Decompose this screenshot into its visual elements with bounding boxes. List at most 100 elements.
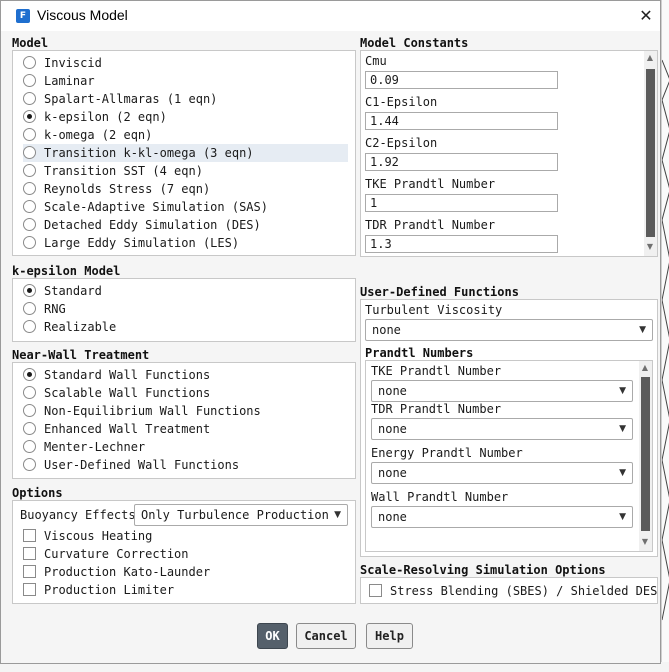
tke-prandtl-udf-dropdown[interactable]: none ▼ [371,380,633,402]
radio-icon[interactable] [23,404,36,417]
wall-option-enhanced[interactable]: Enhanced Wall Treatment [23,420,349,438]
ke-option-standard[interactable]: Standard [23,282,349,300]
buoyancy-effects-label: Buoyancy Effects [20,508,136,522]
turbulent-viscosity-value: none [372,323,401,337]
production-limiter-checkbox[interactable]: Production Limiter [23,581,343,599]
radio-selected-icon[interactable] [23,284,36,297]
tke-prandtl-label: TKE Prandtl Number [365,177,496,191]
c2-epsilon-input[interactable]: 1.92 [365,153,558,171]
cancel-button[interactable]: Cancel [296,623,356,649]
curvature-correction-checkbox[interactable]: Curvature Correction [23,545,343,563]
options-group: Buoyancy Effects Only Turbulence Product… [12,500,356,604]
fluent-app-icon: F [16,9,30,23]
wall-prandtl-udf-dropdown[interactable]: none ▼ [371,506,633,528]
model-option-k-omega[interactable]: k-omega (2 eqn) [23,126,349,144]
scroll-down-icon[interactable]: ▼ [639,537,651,546]
radio-icon[interactable] [23,92,36,105]
energy-prandtl-udf-dropdown[interactable]: none ▼ [371,462,633,484]
scroll-up-icon[interactable]: ▲ [639,363,651,372]
chevron-down-icon: ▼ [639,325,646,335]
model-option-des[interactable]: Detached Eddy Simulation (DES) [23,216,349,234]
wall-option-standard[interactable]: Standard Wall Functions [23,366,349,384]
tdr-prandtl-label: TDR Prandtl Number [365,218,496,232]
cmu-input[interactable]: 0.09 [365,71,558,89]
srs-options-heading: Scale-Resolving Simulation Options [360,563,606,577]
turbulent-viscosity-dropdown[interactable]: none ▼ [365,319,653,341]
model-option-transition-k-kl-omega[interactable]: Transition k-kl-omega (3 eqn) [23,144,348,162]
viscous-model-dialog: F Viscous Model ✕ Model Inviscid Laminar… [0,0,661,664]
wall-option-user-defined[interactable]: User-Defined Wall Functions [23,456,349,474]
radio-icon[interactable] [23,386,36,399]
help-button[interactable]: Help [366,623,413,649]
radio-icon[interactable] [23,56,36,69]
tdr-prandtl-udf-dropdown[interactable]: none ▼ [371,418,633,440]
k-epsilon-model-heading: k-epsilon Model [12,264,121,278]
buoyancy-effects-dropdown[interactable]: Only Turbulence Production ▼ [134,504,348,526]
radio-icon[interactable] [23,458,36,471]
radio-icon[interactable] [23,320,36,333]
constants-scrollbar[interactable]: ▲ ▼ [644,51,657,256]
checkbox-icon[interactable] [23,583,36,596]
tdr-prandtl-udf-label: TDR Prandtl Number [371,402,502,416]
model-option-sas[interactable]: Scale-Adaptive Simulation (SAS) [23,198,349,216]
model-option-reynolds-stress[interactable]: Reynolds Stress (7 eqn) [23,180,349,198]
scroll-down-icon[interactable]: ▼ [644,242,656,251]
scroll-up-icon[interactable]: ▲ [644,53,656,62]
chevron-down-icon: ▼ [619,386,626,396]
stress-blending-checkbox[interactable]: Stress Blending (SBES) / Shielded DES [369,582,657,600]
radio-icon[interactable] [23,146,36,159]
wall-prandtl-udf-label: Wall Prandtl Number [371,490,509,504]
checkbox-icon[interactable] [23,547,36,560]
ke-option-realizable[interactable]: Realizable [23,318,349,336]
ke-option-rng[interactable]: RNG [23,300,349,318]
background-mesh-lines [662,59,669,621]
ok-button[interactable]: OK [257,623,288,649]
viscous-heating-checkbox[interactable]: Viscous Heating [23,527,343,545]
chevron-down-icon: ▼ [619,512,626,522]
prandtl-scrollbar[interactable]: ▲ ▼ [639,361,652,551]
model-option-inviscid[interactable]: Inviscid [23,54,349,72]
radio-icon[interactable] [23,422,36,435]
radio-selected-icon[interactable] [23,110,36,123]
constants-scroll-thumb[interactable] [646,69,655,237]
close-icon[interactable]: ✕ [633,3,659,29]
prandtl-scroll-thumb[interactable] [641,377,650,531]
wall-option-menter-lechner[interactable]: Menter-Lechner [23,438,349,456]
options-heading: Options [12,486,63,500]
wall-option-non-equilibrium[interactable]: Non-Equilibrium Wall Functions [23,402,349,420]
wall-option-scalable[interactable]: Scalable Wall Functions [23,384,349,402]
radio-selected-icon[interactable] [23,368,36,381]
checkbox-icon[interactable] [23,565,36,578]
radio-icon[interactable] [23,440,36,453]
radio-icon[interactable] [23,218,36,231]
tke-prandtl-udf-label: TKE Prandtl Number [371,364,502,378]
radio-icon[interactable] [23,164,36,177]
model-option-spalart-allmaras[interactable]: Spalart-Allmaras (1 eqn) [23,90,349,108]
background-mesh-strip [661,0,669,672]
dialog-title: Viscous Model [37,7,128,23]
radio-icon[interactable] [23,74,36,87]
c1-epsilon-input[interactable]: 1.44 [365,112,558,130]
model-option-laminar[interactable]: Laminar [23,72,349,90]
radio-icon[interactable] [23,200,36,213]
model-option-les[interactable]: Large Eddy Simulation (LES) [23,234,349,252]
prandtl-numbers-group: TKE Prandtl Number none ▼ TDR Prandtl Nu… [365,360,653,552]
checkbox-icon[interactable] [23,529,36,542]
c1-epsilon-label: C1-Epsilon [365,95,438,109]
production-kato-launder-checkbox[interactable]: Production Kato-Launder [23,563,343,581]
model-option-k-epsilon[interactable]: k-epsilon (2 eqn) [23,108,349,126]
srs-options-group: Stress Blending (SBES) / Shielded DES [360,577,658,604]
near-wall-treatment-group: Standard Wall Functions Scalable Wall Fu… [12,362,356,479]
tdr-prandtl-input[interactable]: 1.3 [365,235,558,253]
checkbox-icon[interactable] [369,584,382,597]
radio-icon[interactable] [23,302,36,315]
radio-icon[interactable] [23,128,36,141]
model-option-transition-sst[interactable]: Transition SST (4 eqn) [23,162,349,180]
radio-icon[interactable] [23,236,36,249]
chevron-down-icon: ▼ [619,468,626,478]
radio-icon[interactable] [23,182,36,195]
buoyancy-effects-value: Only Turbulence Production [141,508,329,522]
user-defined-functions-group: Turbulent Viscosity none ▼ Prandtl Numbe… [360,299,658,557]
tke-prandtl-input[interactable]: 1 [365,194,558,212]
chevron-down-icon: ▼ [619,424,626,434]
